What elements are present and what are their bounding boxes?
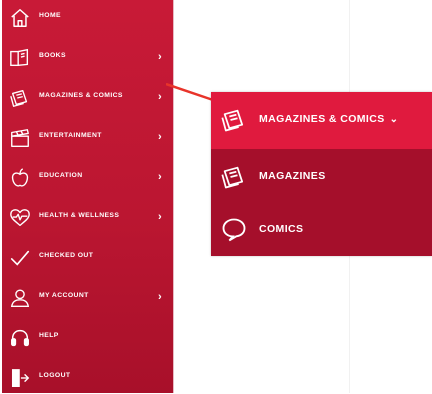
sidebar-nav: HOME BOOKS › MAGAZINES & COMICS › ENTERT…: [2, 0, 174, 393]
chevron-right-icon: ›: [158, 211, 162, 223]
clapperboard-icon: [7, 126, 33, 150]
sidebar-item-entertainment[interactable]: ENTERTAINMENT ›: [2, 122, 174, 154]
sidebar-item-label: EDUCATION: [39, 172, 83, 179]
chevron-right-icon: ›: [158, 291, 162, 303]
submenu-header-text: MAGAZINES & COMICS: [259, 113, 385, 125]
sidebar-item-my-account[interactable]: MY ACCOUNT ›: [2, 282, 174, 314]
magazines-comics-icon: [7, 86, 33, 110]
chevron-down-icon: ⌄: [389, 114, 399, 125]
sidebar-item-education[interactable]: EDUCATION ›: [2, 162, 174, 194]
magazines-comics-icon: [219, 106, 249, 134]
submenu-item-label: MAGAZINES: [259, 170, 326, 182]
magazine-icon: [219, 163, 249, 191]
sidebar-item-label: HEALTH & WELLNESS: [39, 212, 120, 219]
sidebar-item-books[interactable]: BOOKS ›: [2, 42, 174, 74]
submenu-item-label: COMICS: [259, 223, 304, 235]
submenu-popout: MAGAZINES & COMICS ⌄ MAGAZINES COMICS: [211, 92, 432, 256]
sidebar-item-magazines-comics[interactable]: MAGAZINES & COMICS ›: [2, 82, 174, 114]
logout-door-icon: [7, 366, 33, 390]
sidebar-item-health-wellness[interactable]: HEALTH & WELLNESS ›: [2, 202, 174, 234]
speech-bubble-icon: [219, 216, 249, 244]
sidebar-item-label: HELP: [39, 332, 59, 339]
checkmark-icon: [7, 246, 33, 270]
chevron-right-icon: ›: [158, 131, 162, 143]
apple-icon: [7, 166, 33, 190]
sidebar-item-label: HOME: [39, 12, 61, 19]
submenu-item-comics[interactable]: COMICS: [211, 202, 432, 255]
chevron-right-icon: ›: [158, 51, 162, 63]
sidebar-item-checked-out[interactable]: CHECKED OUT: [2, 242, 174, 274]
sidebar-item-label: CHECKED OUT: [39, 252, 94, 259]
sidebar-item-label: MY ACCOUNT: [39, 292, 89, 299]
sidebar-item-label: MAGAZINES & COMICS: [39, 92, 123, 99]
books-icon: [7, 46, 33, 70]
submenu-header-label: MAGAZINES & COMICS ⌄: [259, 113, 398, 125]
chevron-right-icon: ›: [158, 171, 162, 183]
submenu-header-magazines-comics[interactable]: MAGAZINES & COMICS ⌄: [211, 92, 432, 149]
sidebar-item-label: LOGOUT: [39, 372, 71, 379]
chevron-right-icon: ›: [158, 91, 162, 103]
sidebar-item-label: ENTERTAINMENT: [39, 132, 102, 139]
sidebar-item-home[interactable]: HOME: [2, 2, 174, 34]
headset-icon: [7, 326, 33, 350]
submenu-item-magazines[interactable]: MAGAZINES: [211, 149, 432, 202]
home-icon: [7, 6, 33, 30]
sidebar-item-logout[interactable]: LOGOUT: [2, 362, 174, 394]
sidebar-item-help[interactable]: HELP: [2, 322, 174, 354]
user-icon: [7, 286, 33, 310]
sidebar-item-label: BOOKS: [39, 52, 66, 59]
heart-pulse-icon: [7, 206, 33, 230]
